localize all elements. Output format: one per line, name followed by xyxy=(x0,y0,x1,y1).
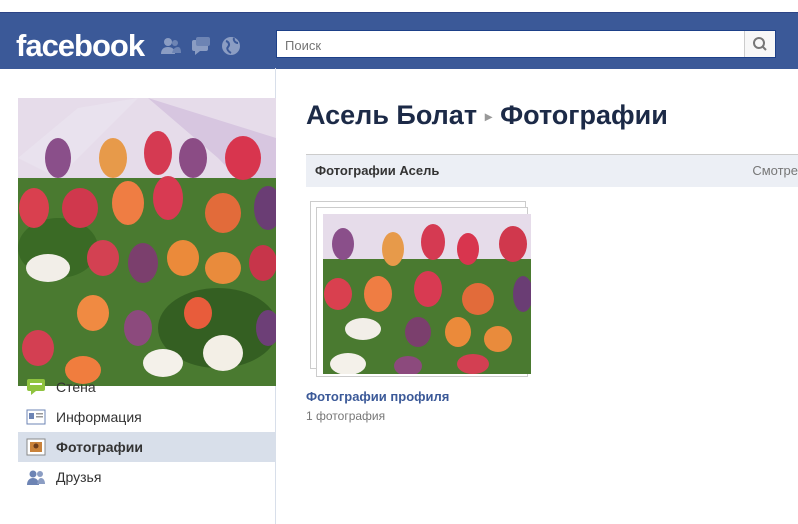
left-column: Стена Информация Фотографии Друзья xyxy=(0,68,276,524)
breadcrumb-separator: ▸ xyxy=(485,108,493,125)
top-bar: facebook xyxy=(0,0,798,69)
friend-requests-icon[interactable] xyxy=(160,35,182,57)
facebook-logo[interactable]: facebook xyxy=(16,28,145,64)
main-content: Асель Болат ▸ Фотографии Фотографии Асель … xyxy=(276,68,798,524)
page-title: Асель Болат ▸ Фотографии xyxy=(306,100,668,131)
album-cover xyxy=(316,207,531,377)
tulips-image xyxy=(18,98,276,386)
info-icon xyxy=(26,408,46,426)
photos-icon xyxy=(26,438,46,456)
search-box xyxy=(276,30,776,58)
messages-icon[interactable] xyxy=(190,35,212,57)
sidebar-item-photos[interactable]: Фотографии xyxy=(18,432,276,462)
search-button[interactable] xyxy=(744,31,775,57)
notifications-globe-icon[interactable] xyxy=(220,35,242,57)
sidebar-item-info[interactable]: Информация xyxy=(18,402,276,432)
search-icon xyxy=(753,37,767,51)
profile-menu: Стена Информация Фотографии Друзья xyxy=(18,372,276,492)
photos-header-bar: Фотографии Асель Смотре xyxy=(306,154,798,187)
view-link[interactable]: Смотре xyxy=(752,163,798,178)
header-bar: facebook xyxy=(0,12,798,69)
album-thumbnail[interactable] xyxy=(310,201,536,383)
header-icons xyxy=(160,35,242,57)
section-title: Фотографии xyxy=(500,100,668,130)
friends-icon xyxy=(26,468,46,486)
sidebar-item-wall[interactable]: Стена xyxy=(18,372,276,402)
profile-picture[interactable] xyxy=(18,98,276,386)
sidebar-item-label: Стена xyxy=(56,379,96,395)
album-photo-count: 1 фотография xyxy=(306,409,386,423)
album-cover-image xyxy=(323,214,531,374)
sidebar-item-label: Информация xyxy=(56,409,142,425)
profile-name-link[interactable]: Асель Болат xyxy=(306,100,477,130)
search-input[interactable] xyxy=(283,32,747,58)
photos-bar-label: Фотографии Асель xyxy=(315,163,440,178)
wall-icon xyxy=(26,378,46,396)
sidebar-item-friends[interactable]: Друзья xyxy=(18,462,276,492)
sidebar-item-label: Друзья xyxy=(56,469,102,485)
album-title-link[interactable]: Фотографии профиля xyxy=(306,389,449,404)
sidebar-item-label: Фотографии xyxy=(56,439,144,455)
